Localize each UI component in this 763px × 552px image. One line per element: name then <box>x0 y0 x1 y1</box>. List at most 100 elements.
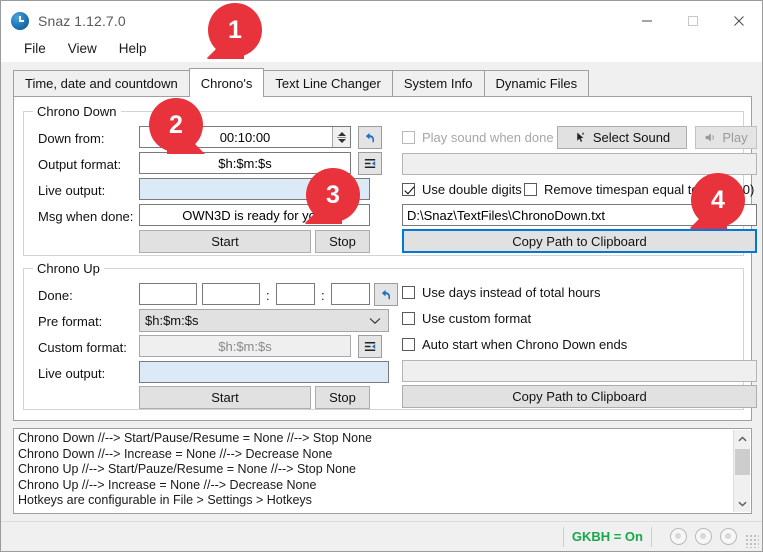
status-divider <box>563 527 564 547</box>
done-hours-input[interactable] <box>202 283 260 305</box>
chrono-up-stop-button[interactable]: Stop <box>315 386 370 409</box>
speaker-icon <box>704 131 717 144</box>
status-icon-group <box>666 528 741 545</box>
annotation-number: 2 <box>149 98 203 152</box>
use-custom-format-label: Use custom format <box>422 311 531 326</box>
use-custom-format-checkbox-box <box>402 312 415 325</box>
insert-format-icon <box>363 339 378 354</box>
down-from-reset-button[interactable] <box>358 126 382 149</box>
play-sound-checkbox[interactable]: Play sound when done <box>402 130 554 145</box>
window-title: Snaz 1.12.7.0 <box>38 13 126 29</box>
status-circle-3-icon[interactable] <box>720 528 737 545</box>
chrono-up-copy-path-button[interactable]: Copy Path to Clipboard <box>402 385 757 408</box>
msg-when-done-label: Msg when done: <box>38 209 133 224</box>
log-line: Chrono Down //--> Start/Pause/Resume = N… <box>18 431 718 447</box>
done-days-input[interactable] <box>139 283 197 305</box>
pre-format-value: $h:$m:$s <box>145 313 198 328</box>
custom-format-label: Custom format: <box>38 340 127 355</box>
spinner-updown-icon[interactable] <box>332 127 350 147</box>
remove-timespan-checkbox-box <box>524 183 537 196</box>
chrono-down-copy-path-button[interactable]: Copy Path to Clipboard <box>402 229 757 253</box>
menu-item-help[interactable]: Help <box>108 38 158 59</box>
up-live-output-label: Live output: <box>38 366 105 381</box>
chrono-down-stop-button[interactable]: Stop <box>315 230 370 253</box>
use-custom-format-checkbox[interactable]: Use custom format <box>402 311 531 326</box>
done-separator-1: : <box>266 288 270 303</box>
use-double-digits-checkbox[interactable]: Use double digits <box>402 182 522 197</box>
chrono-up-group-title: Chrono Up <box>33 261 104 276</box>
sound-path-field[interactable] <box>402 153 757 175</box>
output-format-insert-button[interactable] <box>358 152 382 175</box>
annotation-number: 1 <box>208 3 262 57</box>
chevron-down-icon <box>369 313 381 328</box>
play-sound-checkbox-box <box>402 131 415 144</box>
auto-start-label: Auto start when Chrono Down ends <box>422 337 627 352</box>
chrono-down-group-title: Chrono Down <box>33 104 121 119</box>
tab-page-chronos: Chrono Down Down from: 00:10:00 Output f… <box>13 96 752 421</box>
select-sound-label: Select Sound <box>593 130 670 145</box>
done-seconds-input[interactable] <box>331 283 370 305</box>
pre-format-label: Pre format: <box>38 314 102 329</box>
output-format-label: Output format: <box>38 157 121 172</box>
tab-strip: Time, date and countdown Chrono's Text L… <box>13 69 752 97</box>
chrono-up-group: Chrono Up Done: : : Pre format: $h:$m:$s <box>23 268 744 410</box>
play-button-label: Play <box>722 130 747 145</box>
chrono-down-start-button[interactable]: Start <box>139 230 311 253</box>
log-scrollbar[interactable] <box>733 430 750 512</box>
menu-item-view[interactable]: View <box>57 38 108 59</box>
auto-start-checkbox-box <box>402 338 415 351</box>
chevron-down-icon[interactable] <box>734 495 751 512</box>
use-days-label: Use days instead of total hours <box>422 285 601 300</box>
resize-grip-icon[interactable] <box>745 534 759 548</box>
annotation-marker-3: 3 <box>306 168 360 222</box>
chevron-up-icon[interactable] <box>734 430 751 447</box>
select-sound-button[interactable]: Select Sound <box>557 126 687 149</box>
status-bar: GKBH = On <box>1 521 762 551</box>
chrono-up-file-path-field[interactable] <box>402 360 757 382</box>
use-days-checkbox-box <box>402 286 415 299</box>
status-circle-2-icon[interactable] <box>695 528 712 545</box>
log-line: Hotkeys are configurable in File > Setti… <box>18 493 718 509</box>
tab-time-date-countdown[interactable]: Time, date and countdown <box>13 70 190 96</box>
undo-arrow-icon <box>363 130 378 145</box>
undo-arrow-icon <box>379 287 394 302</box>
done-separator-2: : <box>321 288 325 303</box>
up-live-output-field <box>139 361 389 383</box>
gkbh-status-text: GKBH = On <box>572 529 643 544</box>
menu-item-file[interactable]: File <box>13 38 57 59</box>
down-from-label: Down from: <box>38 131 104 146</box>
annotation-marker-2: 2 <box>149 98 203 152</box>
play-sound-label: Play sound when done <box>422 130 554 145</box>
annotation-marker-4: 4 <box>691 173 745 227</box>
tab-system-info[interactable]: System Info <box>392 70 485 96</box>
annotation-number: 4 <box>691 173 745 227</box>
chrono-up-start-button[interactable]: Start <box>139 386 311 409</box>
chrono-up-reset-button[interactable] <box>374 283 398 306</box>
tab-text-line-changer[interactable]: Text Line Changer <box>263 70 393 96</box>
pre-format-dropdown[interactable]: $h:$m:$s <box>139 309 389 332</box>
custom-format-input[interactable]: $h:$m:$s <box>139 335 351 357</box>
log-lines: Chrono Down //--> Start/Pause/Resume = N… <box>18 431 718 509</box>
annotation-number: 3 <box>306 168 360 222</box>
cursor-select-icon <box>574 131 587 144</box>
log-line: Chrono Up //--> Start/Pauze/Resume = Non… <box>18 462 718 478</box>
menu-bar: File View Help <box>1 34 762 62</box>
log-output-box[interactable]: Chrono Down //--> Start/Pause/Resume = N… <box>13 428 752 514</box>
use-days-checkbox[interactable]: Use days instead of total hours <box>402 285 601 300</box>
auto-start-checkbox[interactable]: Auto start when Chrono Down ends <box>402 337 627 352</box>
custom-format-insert-button[interactable] <box>358 335 382 358</box>
done-label: Done: <box>38 288 73 303</box>
done-minutes-input[interactable] <box>276 283 315 305</box>
down-live-output-label: Live output: <box>38 183 105 198</box>
snaz-window: Snaz 1.12.7.0 File View Help Time, date … <box>0 0 763 552</box>
log-line: Chrono Down //--> Increase = None //--> … <box>18 447 718 463</box>
log-scrollbar-thumb[interactable] <box>735 449 750 475</box>
use-double-digits-checkbox-box <box>402 183 415 196</box>
clock-icon <box>11 12 29 30</box>
play-sound-button[interactable]: Play <box>695 126 757 149</box>
use-double-digits-label: Use double digits <box>422 182 522 197</box>
chrono-down-group: Chrono Down Down from: 00:10:00 Output f… <box>23 111 744 256</box>
status-circle-1-icon[interactable] <box>670 528 687 545</box>
tab-dynamic-files[interactable]: Dynamic Files <box>484 70 590 96</box>
tab-chronos[interactable]: Chrono's <box>189 68 265 97</box>
